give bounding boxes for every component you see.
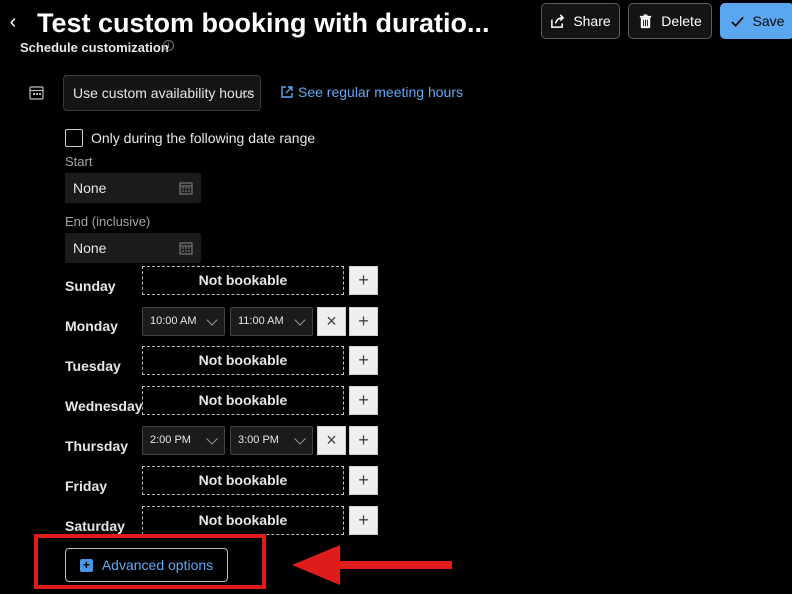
calendar-icon [179,242,193,255]
start-time-select-thursday[interactable]: 2:00 PM [142,426,225,455]
end-date-value: None [73,240,107,256]
remove-slot-button-monday[interactable]: × [317,307,346,336]
add-slot-button-thursday[interactable]: + [349,426,378,455]
end-time-select-monday[interactable]: 11:00 AM [230,307,313,336]
not-bookable-saturday: Not bookable [142,506,344,535]
share-label: Share [573,13,611,29]
end-time-select-thursday[interactable]: 3:00 PM [230,426,313,455]
not-bookable-friday: Not bookable [142,466,344,495]
availability-select[interactable]: Use custom availability hours [63,75,261,111]
end-label: End (inclusive) [65,214,151,229]
share-button[interactable]: Share [541,3,620,39]
start-time-select-monday[interactable]: 10:00 AM [142,307,225,336]
availability-value: Use custom availability hours [73,85,255,101]
share-icon [551,13,565,28]
checkmark-icon [730,16,744,27]
day-label-wednesday: Wednesday [65,398,143,414]
date-range-checkbox[interactable] [65,129,83,147]
page-title: Test custom booking with duratio... [37,8,490,38]
back-button[interactable]: ‹ [4,8,22,36]
trash-icon [640,13,652,28]
delete-button[interactable]: Delete [628,3,712,39]
end-time-value: 3:00 PM [238,434,279,446]
delete-label: Delete [661,13,702,29]
day-label-sunday: Sunday [65,278,116,294]
chevron-down-icon [294,314,306,326]
day-label-monday: Monday [65,318,118,334]
add-slot-button-friday[interactable]: + [349,466,378,495]
add-slot-button-monday[interactable]: + [349,307,378,336]
day-label-friday: Friday [65,478,108,494]
section-title: Schedule customization [20,40,169,52]
annotation-highlight-box [34,534,266,589]
info-icon[interactable]: i [163,40,174,51]
chevron-down-icon [206,314,218,326]
start-date-input[interactable]: None [65,173,201,203]
day-label-thursday: Thursday [65,438,129,454]
start-time-value: 10:00 AM [150,315,197,327]
add-slot-button-sunday[interactable]: + [349,266,378,295]
not-bookable-wednesday: Not bookable [142,386,344,415]
chevron-down-icon [206,433,218,445]
start-date-value: None [73,180,107,196]
not-bookable-tuesday: Not bookable [142,346,344,375]
chevron-down-icon [294,433,306,445]
save-button[interactable]: Save [720,3,792,39]
annotation-arrow-icon [292,545,452,585]
remove-slot-button-thursday[interactable]: × [317,426,346,455]
save-label: Save [752,13,785,29]
date-range-label: Only during the following date range [91,130,316,146]
external-link-icon [281,86,293,98]
start-label: Start [65,154,93,169]
end-time-value: 11:00 AM [238,315,284,327]
regular-hours-link[interactable]: See regular meeting hours [281,84,463,100]
day-label-tuesday: Tuesday [65,358,121,374]
calendar-icon [179,182,193,195]
end-date-input[interactable]: None [65,233,201,263]
calendar-icon [29,86,44,100]
day-label-saturday: Saturday [65,518,125,534]
add-slot-button-wednesday[interactable]: + [349,386,378,415]
start-time-value: 2:00 PM [150,434,191,446]
regular-hours-label: See regular meeting hours [298,84,463,100]
add-slot-button-tuesday[interactable]: + [349,346,378,375]
not-bookable-sunday: Not bookable [142,266,344,295]
add-slot-button-saturday[interactable]: + [349,506,378,535]
